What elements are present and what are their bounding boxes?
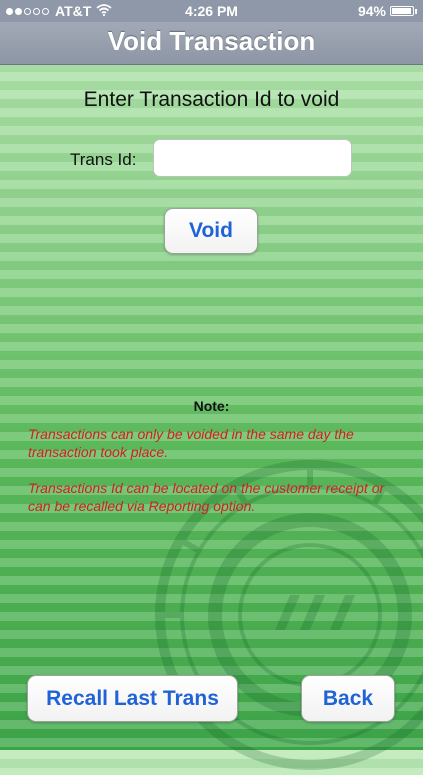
battery-body [390, 6, 414, 16]
page-title: Void Transaction [107, 26, 316, 56]
battery-tip [415, 8, 417, 14]
battery-icon [390, 6, 417, 16]
trans-id-input[interactable] [153, 139, 352, 177]
back-button[interactable]: Back [301, 675, 395, 722]
void-button[interactable]: Void [164, 208, 258, 254]
instruction-heading: Enter Transaction Id to void [83, 88, 340, 111]
note-title: Note: [193, 398, 230, 414]
battery-fill [392, 8, 411, 14]
status-bar: AT&T 4:26 PM 94% [0, 0, 423, 22]
status-right: 94% [358, 3, 417, 19]
battery-percent: 94% [357, 3, 386, 19]
note-recall-info: Transactions Id can be located on the cu… [28, 480, 385, 514]
note-same-day: Transactions can only be voided in the s… [28, 426, 354, 460]
recall-last-trans-button[interactable]: Recall Last Trans [27, 675, 238, 722]
nav-bar: Void Transaction [0, 22, 423, 65]
trans-id-label: Trans Id: [70, 150, 137, 169]
